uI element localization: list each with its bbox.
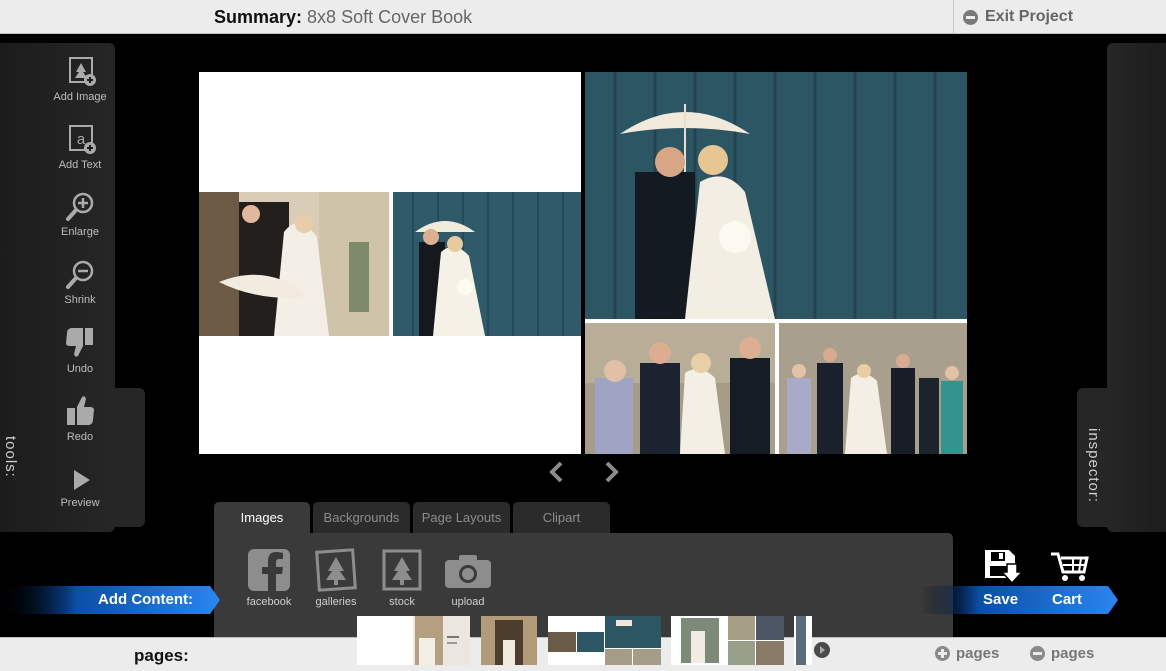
- undo-label: Undo: [66, 363, 94, 375]
- next-page-arrow-icon[interactable]: [601, 460, 621, 484]
- inspector-panel: [1107, 43, 1166, 532]
- exit-project-button[interactable]: Exit Project: [953, 0, 1166, 34]
- minus-circle-icon: [1030, 646, 1045, 661]
- save-disk-icon[interactable]: [983, 548, 1023, 584]
- add-text-label: Add Text: [58, 159, 102, 171]
- thumbnails-scroll-right-button[interactable]: [814, 642, 830, 658]
- camera-icon: [445, 555, 491, 588]
- stock-icon: [382, 549, 422, 591]
- photo-family-group-two[interactable]: [779, 323, 967, 454]
- add-image-button[interactable]: Add Image: [40, 56, 120, 103]
- add-pages-label: pages: [956, 645, 1000, 662]
- tab-backgrounds[interactable]: Backgrounds: [313, 502, 410, 533]
- shopping-cart-icon[interactable]: [1049, 548, 1091, 584]
- svg-text:a: a: [77, 131, 86, 148]
- book-page-right[interactable]: [585, 72, 967, 454]
- previous-page-arrow-icon[interactable]: [547, 460, 567, 484]
- zoom-in-icon: [66, 192, 94, 221]
- play-icon: [74, 470, 90, 490]
- summary-label: Summary:: [214, 7, 303, 27]
- project-summary: Summary: 8x8 Soft Cover Book: [214, 7, 472, 28]
- facebook-icon: [248, 549, 290, 592]
- tab-page-layouts[interactable]: Page Layouts: [413, 502, 510, 533]
- enlarge-button[interactable]: Enlarge: [40, 191, 120, 238]
- add-text-icon: a: [69, 125, 96, 154]
- page-thumbnail-cover[interactable]: [357, 616, 470, 665]
- chevron-right-icon: [820, 646, 825, 654]
- tools-tab-label: tools:: [2, 436, 19, 478]
- galleries-source-button[interactable]: galleries: [301, 548, 371, 608]
- preview-button[interactable]: Preview: [40, 466, 120, 509]
- tab-images[interactable]: Images: [214, 502, 310, 533]
- book-page-left[interactable]: [199, 72, 581, 454]
- photo-couple-kiss-umbrella[interactable]: [585, 72, 967, 319]
- remove-pages-label: pages: [1051, 645, 1095, 662]
- galleries-label: galleries: [315, 596, 357, 608]
- add-content-label: Add Content:: [98, 591, 193, 608]
- add-text-button[interactable]: a Add Text: [40, 124, 120, 171]
- facebook-source-button[interactable]: facebook: [234, 548, 304, 608]
- plus-circle-icon: [935, 646, 950, 661]
- photo-couple-umbrella-small[interactable]: [393, 192, 581, 336]
- add-image-label: Add Image: [53, 91, 107, 103]
- stock-source-button[interactable]: stock: [367, 548, 437, 608]
- tab-clipart[interactable]: Clipart: [513, 502, 610, 533]
- preview-label: Preview: [60, 497, 100, 509]
- thumbs-up-icon: [67, 396, 94, 425]
- stock-label: stock: [389, 596, 415, 608]
- pages-label: pages:: [134, 646, 189, 665]
- cart-button[interactable]: Cart: [1052, 591, 1082, 608]
- summary-value: 8x8 Soft Cover Book: [307, 7, 473, 27]
- page-thumbnail-2[interactable]: [481, 616, 537, 665]
- upload-source-button[interactable]: upload: [433, 548, 503, 608]
- save-button[interactable]: Save: [983, 591, 1018, 608]
- redo-button[interactable]: Redo: [40, 394, 120, 443]
- shrink-button[interactable]: Shrink: [40, 259, 120, 306]
- zoom-out-icon: [66, 260, 94, 289]
- enlarge-label: Enlarge: [61, 226, 99, 238]
- add-image-icon: [69, 57, 96, 86]
- page-thumbnail-5[interactable]: [794, 616, 812, 665]
- undo-button[interactable]: Undo: [40, 326, 120, 375]
- thumbs-down-icon: [66, 328, 93, 357]
- remove-pages-button[interactable]: pages: [1030, 645, 1094, 662]
- shrink-label: Shrink: [64, 294, 96, 306]
- page-thumbnail-4[interactable]: [671, 616, 784, 665]
- exit-project-label: Exit Project: [985, 8, 1074, 25]
- top-bar: Summary: 8x8 Soft Cover Book Exit Projec…: [0, 0, 1166, 34]
- redo-label: Redo: [66, 431, 94, 443]
- add-pages-button[interactable]: pages: [935, 645, 999, 662]
- upload-label: upload: [451, 596, 485, 608]
- photo-family-group-one[interactable]: [585, 323, 775, 454]
- galleries-icon: [315, 548, 357, 592]
- photo-couple-walking[interactable]: [199, 192, 389, 336]
- inspector-tab-label: inspector:: [1085, 428, 1102, 504]
- page-thumbnail-3[interactable]: [548, 616, 661, 665]
- minus-circle-icon: [963, 9, 978, 25]
- save-cart-ribbon: [920, 586, 1118, 614]
- facebook-label: facebook: [246, 596, 292, 608]
